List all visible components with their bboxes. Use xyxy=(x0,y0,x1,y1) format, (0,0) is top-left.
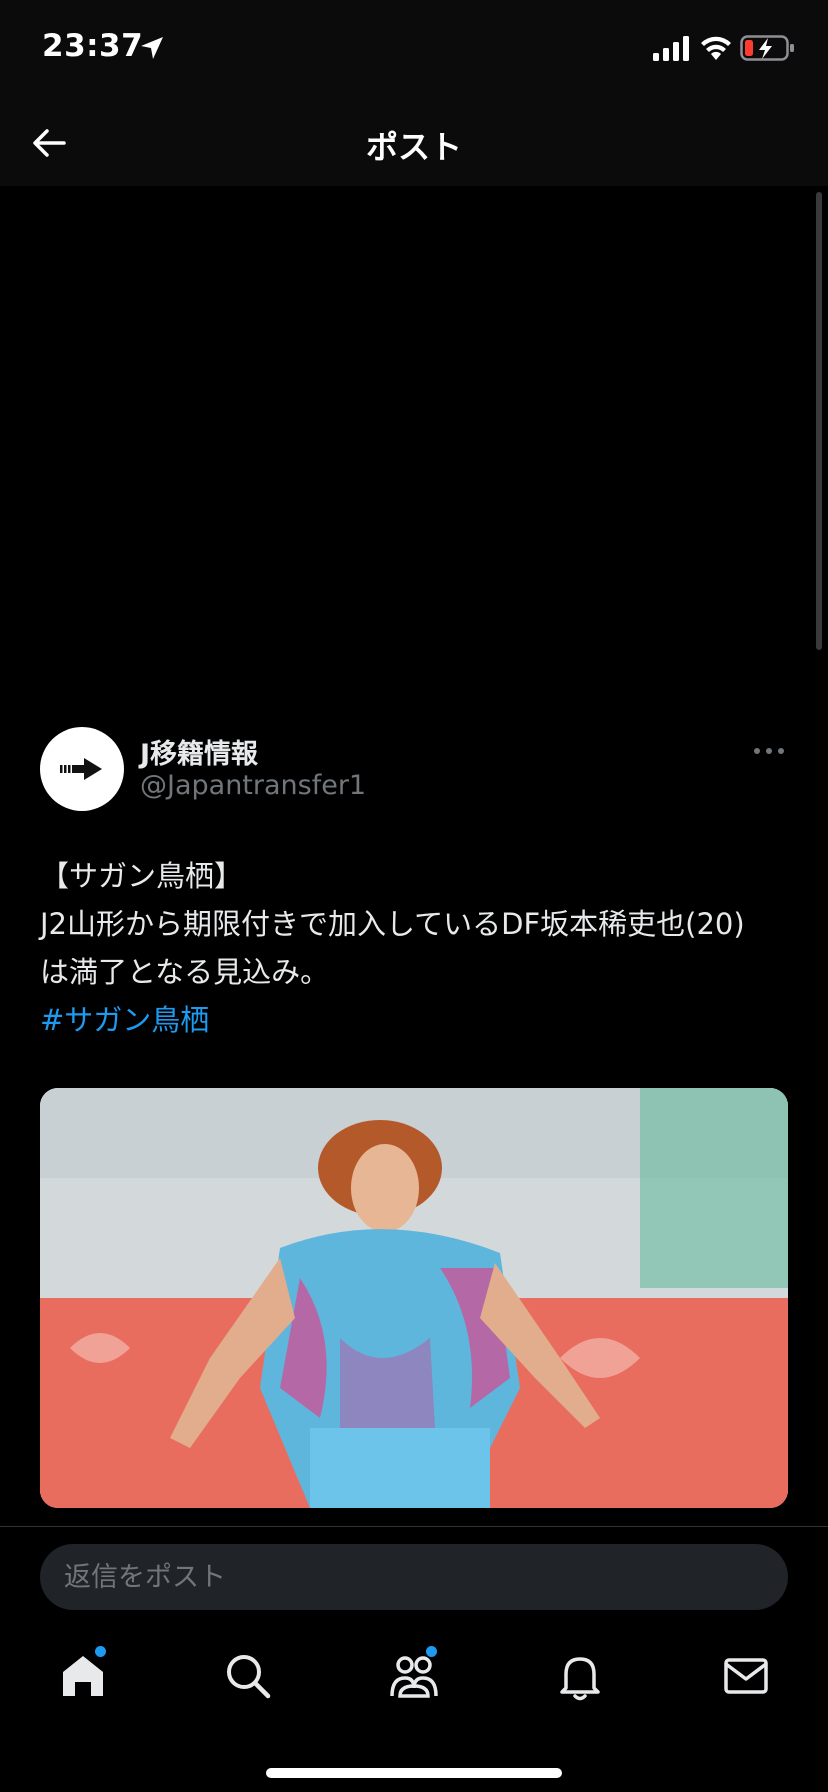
post-text: 【サガン鳥栖】 J2山形から期限付きで加入しているDF坂本稀吏也(20) は満了… xyxy=(40,852,800,1044)
mail-icon xyxy=(724,1658,768,1694)
tab-home[interactable] xyxy=(55,1646,111,1704)
search-icon xyxy=(227,1655,271,1699)
wifi-icon xyxy=(701,36,731,60)
post-text-line: 【サガン鳥栖】 xyxy=(40,859,244,893)
player-photo-image xyxy=(40,1088,788,1508)
post-text-line: J2山形から期限付きで加入しているDF坂本稀吏也(20) xyxy=(40,907,745,941)
tab-bar xyxy=(0,1620,828,1792)
status-bar: 23:37 xyxy=(0,0,828,100)
nav-header: ポスト xyxy=(0,100,828,186)
reply-input[interactable] xyxy=(40,1544,788,1610)
communities-notification-dot xyxy=(426,1646,437,1657)
home-notification-dot xyxy=(95,1646,106,1657)
tab-communities[interactable] xyxy=(386,1646,442,1704)
tab-search[interactable] xyxy=(220,1648,276,1704)
more-dots-icon[interactable] xyxy=(752,740,786,762)
tab-messages[interactable] xyxy=(718,1648,774,1704)
reply-divider xyxy=(0,1526,828,1527)
author-display-name[interactable]: J移籍情報 xyxy=(140,732,258,771)
location-arrow-icon xyxy=(141,37,163,59)
post-text-line: は満了となる見込み。 xyxy=(40,955,330,989)
status-time: 23:37 xyxy=(42,28,144,64)
page-title: ポスト xyxy=(365,128,462,166)
tab-notifications[interactable] xyxy=(552,1648,608,1704)
bell-icon xyxy=(560,1657,600,1701)
avatar[interactable] xyxy=(40,727,124,811)
arrow-right-logo-icon xyxy=(60,758,102,780)
home-indicator xyxy=(266,1768,562,1778)
post-media-photo[interactable] xyxy=(40,1088,788,1508)
author-handle[interactable]: @Japantransfer1 xyxy=(140,770,366,801)
hashtag-link[interactable]: #サガン鳥栖 xyxy=(40,996,800,1044)
battery-low-charging-icon xyxy=(740,35,794,61)
signal-icon xyxy=(653,36,689,61)
scrollbar[interactable] xyxy=(816,192,822,650)
